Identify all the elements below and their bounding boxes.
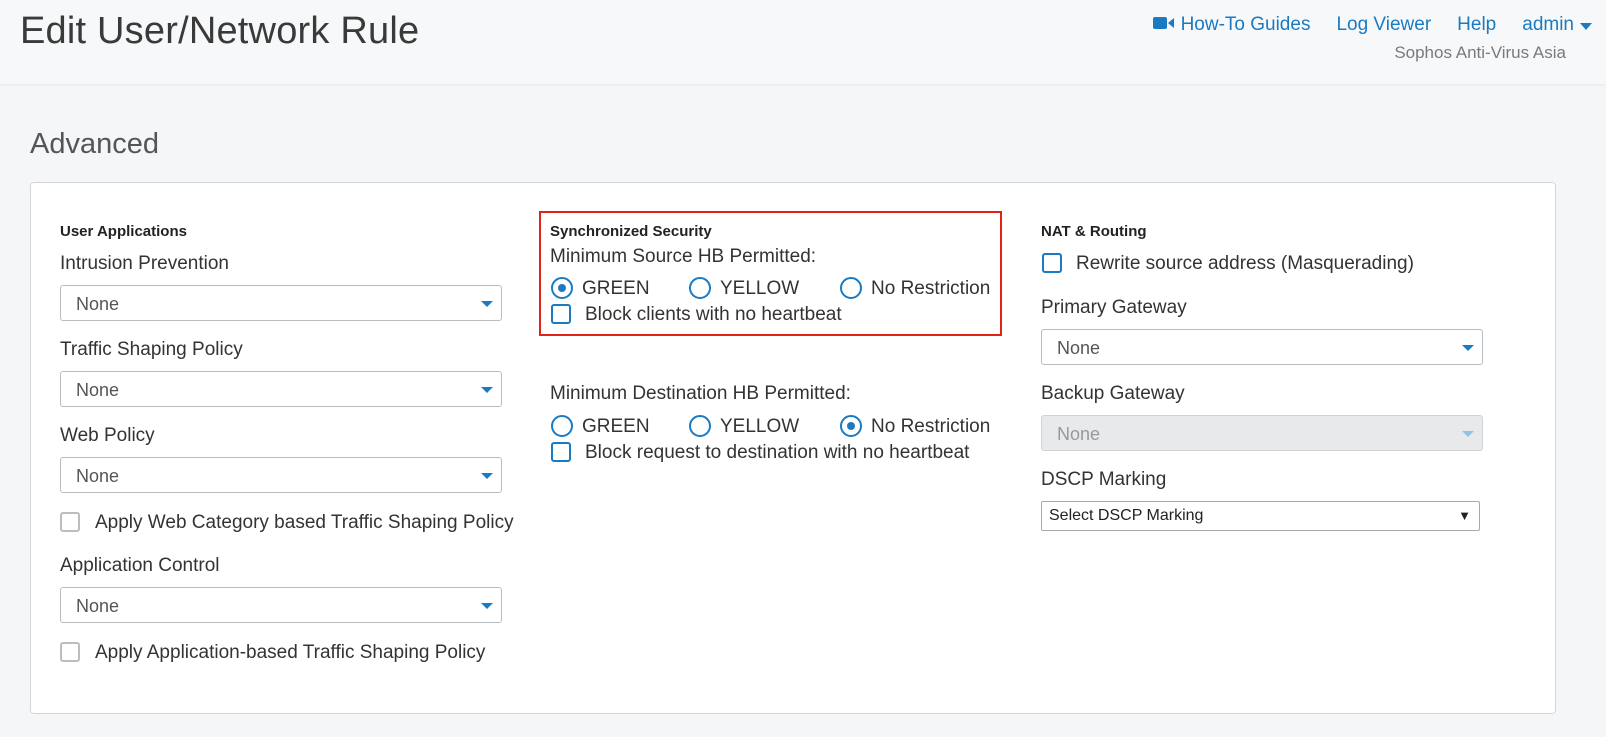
traffic-shaping-select[interactable]: None [60,371,502,407]
web-category-shaping-label: Apply Web Category based Traffic Shaping… [95,512,514,533]
intrusion-prevention-value: None [76,294,120,314]
page-title: Edit User/Network Rule [20,10,420,52]
source-green-radio[interactable] [551,277,573,299]
dropdown-arrow-icon [1462,345,1474,351]
intrusion-prevention-select[interactable]: None [60,285,502,321]
block-clients-checkbox[interactable] [551,304,571,324]
destination-no-restriction-radio[interactable] [840,415,862,437]
backup-gateway-select: None [1041,415,1483,451]
dropdown-arrow-icon [1462,431,1474,437]
how-to-guides-label: How-To Guides [1180,14,1311,35]
intrusion-prevention-label: Intrusion Prevention [60,253,229,274]
source-yellow-radio[interactable] [689,277,711,299]
traffic-shaping-label: Traffic Shaping Policy [60,339,243,360]
block-destination-label: Block request to destination with no hea… [585,442,970,463]
user-applications-heading: User Applications [60,223,187,240]
source-green-label: GREEN [582,278,650,299]
page-header: Edit User/Network Rule How-To Guides Log… [0,0,1606,85]
masquerading-checkbox[interactable] [1042,253,1062,273]
log-viewer-link[interactable]: Log Viewer [1336,14,1431,36]
dropdown-arrow-icon [481,603,493,609]
source-yellow-label: YELLOW [720,278,800,299]
nat-routing-heading: NAT & Routing [1041,223,1147,240]
advanced-panel: User Applications Intrusion Prevention N… [30,182,1556,714]
help-link[interactable]: Help [1457,14,1496,36]
application-control-select[interactable]: None [60,587,502,623]
chevron-down-icon [1580,22,1592,30]
web-policy-value: None [76,466,120,486]
dropdown-arrow-icon [481,473,493,479]
dscp-marking-label: DSCP Marking [1041,469,1167,490]
app-shaping-label: Apply Application-based Traffic Shaping … [95,642,486,663]
destination-green-radio[interactable] [551,415,573,437]
backup-gateway-value: None [1057,424,1101,444]
min-destination-hb-label: Minimum Destination HB Permitted: [550,383,851,404]
destination-yellow-label: YELLOW [720,416,800,437]
dscp-marking-select[interactable]: Select DSCP Marking ▼ [1041,501,1480,531]
app-shaping-checkbox[interactable] [60,642,80,662]
dropdown-arrow-icon [481,387,493,393]
traffic-shaping-value: None [76,380,120,400]
section-title: Advanced [30,128,159,160]
organization-name: Sophos Anti-Virus Asia [1394,43,1566,62]
source-no-restriction-radio[interactable] [840,277,862,299]
admin-menu-label: admin [1522,14,1574,35]
web-policy-label: Web Policy [60,425,155,446]
web-category-shaping-checkbox[interactable] [60,512,80,532]
primary-gateway-value: None [1057,338,1101,358]
dropdown-arrow-icon [481,301,493,307]
destination-yellow-radio[interactable] [689,415,711,437]
destination-no-restriction-label: No Restriction [871,416,991,437]
admin-menu[interactable]: admin [1522,14,1592,36]
block-destination-checkbox[interactable] [551,442,571,462]
source-no-restriction-label: No Restriction [871,278,991,299]
how-to-guides-link[interactable]: How-To Guides [1152,14,1311,36]
block-clients-label: Block clients with no heartbeat [585,304,842,325]
primary-gateway-label: Primary Gateway [1041,297,1187,318]
destination-green-label: GREEN [582,416,650,437]
dscp-marking-value: Select DSCP Marking [1049,507,1204,524]
application-control-label: Application Control [60,555,220,576]
video-camera-icon [1152,14,1175,36]
application-control-value: None [76,596,120,616]
synchronized-security-heading: Synchronized Security [550,223,712,240]
masquerading-label: Rewrite source address (Masquerading) [1076,253,1414,274]
primary-gateway-select[interactable]: None [1041,329,1483,365]
min-source-hb-label: Minimum Source HB Permitted: [550,246,817,267]
backup-gateway-label: Backup Gateway [1041,383,1185,404]
web-policy-select[interactable]: None [60,457,502,493]
triangle-down-icon: ▼ [1458,508,1471,523]
top-navigation: How-To Guides Log Viewer Help admin [1127,14,1592,36]
